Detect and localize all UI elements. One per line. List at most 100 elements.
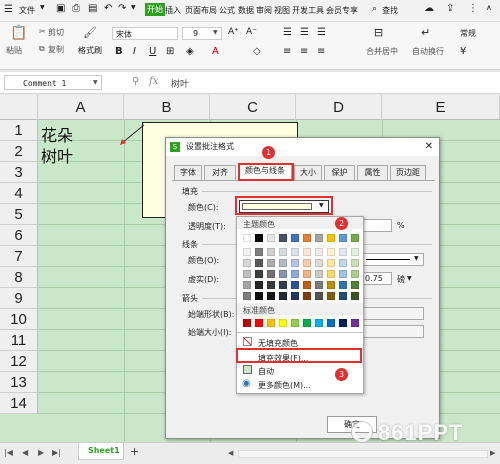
row-header-3[interactable]: 3 [0,162,38,183]
paste-button[interactable]: 粘贴 [6,45,22,56]
border-icon[interactable]: ⊞ [166,46,174,57]
column-header-a[interactable]: A [38,95,124,120]
paste-icon[interactable]: 📋 [10,25,27,41]
decrease-font-icon[interactable]: A⁻ [246,27,257,37]
theme-shade-swatch[interactable] [315,281,323,289]
theme-shade-swatch[interactable] [351,281,359,289]
chevron-down-icon[interactable]: ▼ [40,4,45,11]
theme-shade-swatch[interactable] [351,292,359,300]
theme-shade-swatch[interactable] [291,292,299,300]
add-sheet-button[interactable]: + [130,445,139,458]
theme-shade-swatch[interactable] [351,259,359,267]
theme-shade-swatch[interactable] [327,270,335,278]
theme-shade-swatch[interactable] [303,270,311,278]
align-top-icon[interactable]: ☰ [283,27,292,38]
menu-data[interactable]: 数据 [238,5,254,16]
menu-insert[interactable]: 插入 [165,5,181,16]
formula-content[interactable]: 树叶 [171,77,189,90]
theme-shade-swatch[interactable] [351,270,359,278]
last-sheet-icon[interactable]: ▶| [52,448,61,457]
begin-style-select[interactable] [362,307,424,320]
first-sheet-icon[interactable]: |◀ [4,448,13,457]
theme-shade-swatch[interactable] [279,248,287,256]
row-header-14[interactable]: 14 [0,393,38,414]
theme-shade-swatch[interactable] [303,292,311,300]
theme-color-swatch[interactable] [279,234,287,242]
cloud-icon[interactable]: ☁ [424,3,434,14]
theme-color-swatch[interactable] [303,234,311,242]
menu-developer[interactable]: 开发工具 [292,5,324,16]
row-header-12[interactable]: 12 [0,351,38,372]
save-icon[interactable]: ▣ [56,3,65,14]
theme-color-swatch[interactable] [327,234,335,242]
font-name-select[interactable]: 宋体 [112,27,178,40]
theme-shade-swatch[interactable] [351,248,359,256]
theme-shade-swatch[interactable] [315,259,323,267]
italic-icon[interactable]: I [133,46,136,57]
theme-shade-swatch[interactable] [267,259,275,267]
theme-shade-swatch[interactable] [267,292,275,300]
clear-format-icon[interactable]: ◇ [253,46,261,57]
row-header-11[interactable]: 11 [0,330,38,351]
more-icon[interactable]: ⋮ [468,3,478,14]
row-header-1[interactable]: 1 [0,120,38,141]
theme-shade-swatch[interactable] [243,292,251,300]
merge-button[interactable]: 合并居中 [366,46,398,57]
row-header-8[interactable]: 8 [0,267,38,288]
underline-icon[interactable]: U [149,46,156,57]
theme-shade-swatch[interactable] [327,292,335,300]
theme-shade-swatch[interactable] [243,270,251,278]
theme-shade-swatch[interactable] [255,281,263,289]
standard-color-swatch[interactable] [327,319,335,327]
wrap-icon[interactable]: ↵ [421,26,430,39]
column-header-c[interactable]: C [210,95,296,120]
row-header-6[interactable]: 6 [0,225,38,246]
tab-6[interactable]: 页边距 [390,165,426,180]
theme-shade-swatch[interactable] [315,270,323,278]
menu-member[interactable]: 会员专享 [326,5,358,16]
theme-shade-swatch[interactable] [255,259,263,267]
tab-4[interactable]: 保护 [324,165,355,180]
column-header-d[interactable]: D [296,95,382,120]
theme-shade-swatch[interactable] [291,259,299,267]
theme-shade-swatch[interactable] [291,270,299,278]
align-center-icon[interactable]: ≡ [300,46,308,57]
theme-shade-swatch[interactable] [327,259,335,267]
format-painter-button[interactable]: 格式刷 [78,45,102,56]
theme-shade-swatch[interactable] [279,259,287,267]
corner-header[interactable] [0,95,38,120]
theme-shade-swatch[interactable] [303,248,311,256]
row-header-13[interactable]: 13 [0,372,38,393]
begin-size-select[interactable] [362,325,424,338]
standard-color-swatch[interactable] [351,319,359,327]
theme-shade-swatch[interactable] [279,292,287,300]
row-header-7[interactable]: 7 [0,246,38,267]
theme-shade-swatch[interactable] [339,259,347,267]
theme-color-swatch[interactable] [255,234,263,242]
tab-3[interactable]: 大小 [294,165,322,180]
cut-icon[interactable]: ✂ [39,27,46,36]
search-label[interactable]: 查找 [382,5,398,16]
theme-shade-swatch[interactable] [255,248,263,256]
fill-color-icon[interactable]: ◈ [186,46,194,57]
theme-shade-swatch[interactable] [339,292,347,300]
theme-shade-swatch[interactable] [303,281,311,289]
share-icon[interactable]: ⇪ [446,3,454,14]
theme-shade-swatch[interactable] [339,281,347,289]
menu-home[interactable]: 开始 [145,3,165,16]
theme-shade-swatch[interactable] [303,259,311,267]
line-weight-input[interactable]: 0.75 [362,272,392,285]
theme-shade-swatch[interactable] [327,281,335,289]
theme-shade-swatch[interactable] [315,292,323,300]
theme-color-swatch[interactable] [291,234,299,242]
theme-shade-swatch[interactable] [267,248,275,256]
scroll-left-icon[interactable]: ◀ [228,449,233,457]
currency-icon[interactable]: ¥ [460,46,466,57]
row-header-9[interactable]: 9 [0,288,38,309]
font-color-icon[interactable]: A [212,46,219,57]
name-box[interactable]: Comment 1 ▼ [4,75,102,90]
standard-color-swatch[interactable] [291,319,299,327]
format-painter-icon[interactable]: 🖌 [83,26,97,39]
standard-color-swatch[interactable] [267,319,275,327]
menu-file[interactable]: 文件 [19,5,35,16]
